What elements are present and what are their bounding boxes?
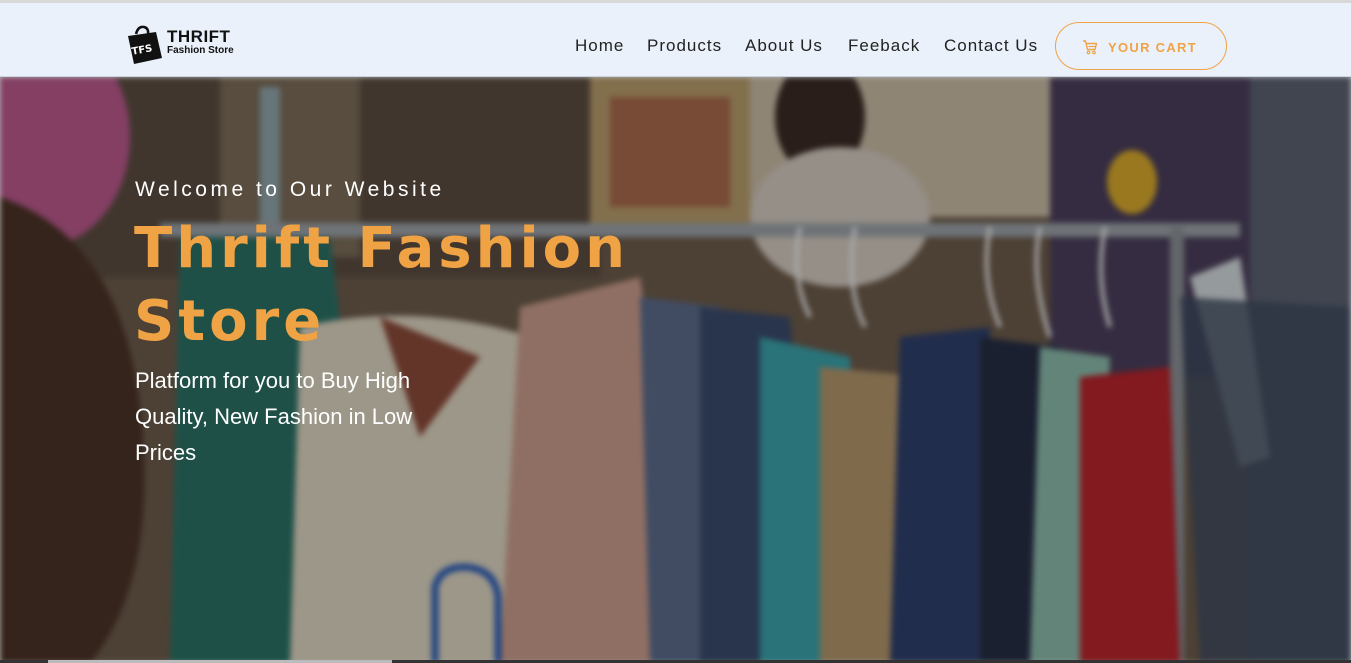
site-logo[interactable]: TFS THRIFT Fashion Store <box>122 20 252 64</box>
navbar: TFS THRIFT Fashion Store Home Products A… <box>0 3 1351 77</box>
nav-feedback[interactable]: Feeback <box>848 36 920 56</box>
brand-name: THRIFT <box>167 27 231 46</box>
nav-about-us[interactable]: About Us <box>745 36 823 56</box>
hero-subtitle: Platform for you to Buy High Quality, Ne… <box>135 368 413 465</box>
nav-products[interactable]: Products <box>647 36 722 56</box>
nav-contact-us[interactable]: Contact Us <box>944 36 1038 56</box>
brand-tagline: Fashion Store <box>167 45 234 56</box>
hero-title: Thrift Fashion Store <box>134 216 630 354</box>
your-cart-button[interactable]: YOUR CART <box>1055 22 1227 70</box>
hero-welcome-text: Welcome to Our Website <box>135 178 445 201</box>
shopping-bag-logo-icon: TFS <box>128 25 162 64</box>
nav-home[interactable]: Home <box>575 36 624 56</box>
shopping-cart-icon <box>1083 40 1098 55</box>
cart-label: YOUR CART <box>1108 40 1197 55</box>
hero-banner: Welcome to Our Website Thrift Fashion St… <box>0 77 1351 663</box>
